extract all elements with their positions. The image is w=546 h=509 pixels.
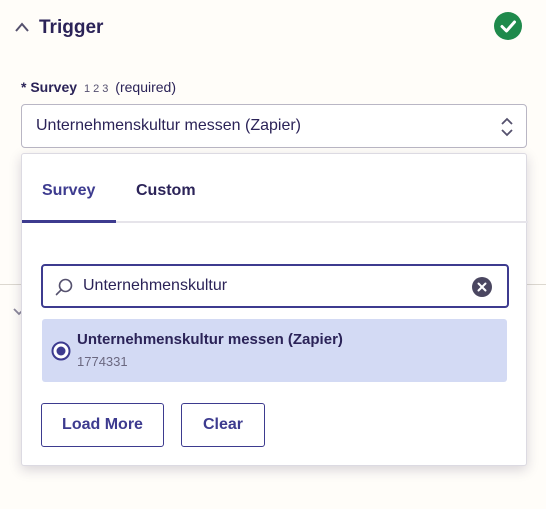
- chevron-up-icon[interactable]: [14, 21, 30, 33]
- step-title: Trigger: [39, 17, 104, 38]
- survey-select[interactable]: Unternehmenskultur messen (Zapier): [21, 104, 527, 148]
- clear-search-icon[interactable]: [472, 277, 492, 297]
- step-header[interactable]: Trigger: [0, 0, 546, 58]
- list-item-id: 1774331: [77, 354, 128, 369]
- survey-select-value: Unternehmenskultur messen (Zapier): [36, 117, 301, 134]
- tab-survey[interactable]: Survey: [42, 182, 95, 200]
- tab-custom[interactable]: Custom: [136, 182, 196, 200]
- field-type-hint: 1 2 3: [83, 83, 109, 95]
- survey-dropdown-panel: Survey Custom Unternehmenskultur Unterne…: [21, 153, 528, 466]
- clear-button[interactable]: Clear: [181, 403, 265, 447]
- list-item[interactable]: Unternehmenskultur messen (Zapier) 17743…: [42, 319, 507, 382]
- radio-selected-icon[interactable]: [51, 341, 71, 361]
- search-input-value: Unternehmenskultur: [83, 277, 228, 294]
- chevron-up-down-icon: [501, 117, 513, 137]
- survey-field-label: * Survey 1 2 3 (required): [21, 79, 176, 95]
- check-circle-icon: [494, 12, 522, 40]
- required-marker: *: [21, 79, 27, 95]
- field-name: Survey: [30, 79, 78, 95]
- required-text: (required): [115, 79, 176, 95]
- load-more-button[interactable]: Load More: [41, 403, 164, 447]
- search-input[interactable]: Unternehmenskultur: [41, 264, 509, 308]
- list-item-title: Unternehmenskultur messen (Zapier): [77, 331, 343, 348]
- search-icon: [55, 278, 73, 296]
- active-tab-indicator: [22, 220, 116, 223]
